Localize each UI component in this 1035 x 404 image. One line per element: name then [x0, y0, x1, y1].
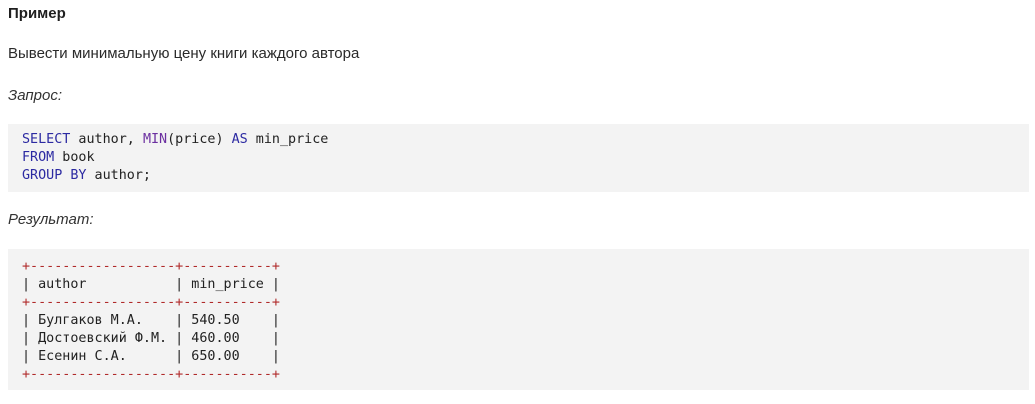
table-row: | Достоевский Ф.М. | 460.00 | [22, 331, 280, 346]
function-min: MIN [142, 132, 168, 147]
table-header-row: | author | min_price | [22, 277, 280, 292]
sql-text: author; [86, 168, 151, 183]
table-row: | Булгаков М.А. | 540.50 | [22, 313, 280, 328]
sql-text: (price) [167, 132, 232, 147]
task-description: Вывести минимальную цену книги каждого а… [8, 45, 360, 62]
result-label: Результат: [8, 211, 94, 228]
sql-line-3: GROUP BY author; [22, 167, 1015, 185]
query-label: Запрос: [8, 87, 62, 104]
table-row: | Есенин С.А. | 650.00 | [22, 349, 280, 364]
keyword-from: FROM [22, 150, 55, 165]
sql-text: book [54, 150, 95, 165]
keyword-select: SELECT [22, 132, 71, 147]
sql-line-2: FROM book [22, 149, 1015, 167]
table-border-bottom: +------------------+-----------+ [22, 367, 280, 382]
keyword-as: AS [231, 132, 248, 147]
result-code-block: +------------------+-----------+ | autho… [8, 249, 1029, 390]
sql-code-block: SELECT author, MIN(price) AS min_price F… [8, 124, 1029, 192]
sql-text: min_price [247, 132, 329, 147]
table-border-middle: +------------------+-----------+ [22, 295, 280, 310]
sql-line-1: SELECT author, MIN(price) AS min_price [22, 131, 1015, 149]
table-border-top: +------------------+-----------+ [22, 259, 280, 274]
section-heading: Пример [8, 5, 66, 22]
keyword-group-by: GROUP BY [22, 168, 87, 183]
sql-text: author, [70, 132, 143, 147]
